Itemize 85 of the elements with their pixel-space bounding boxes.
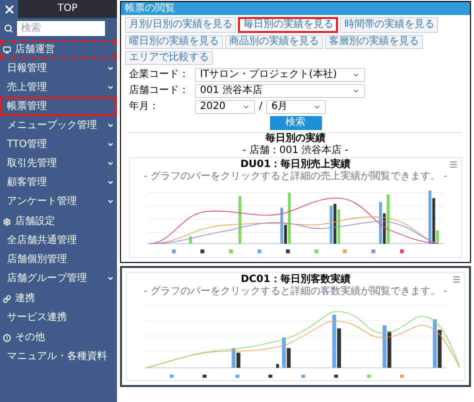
- sidebar-section[interactable]: 連携: [0, 289, 117, 308]
- caret-icon: [313, 103, 322, 111]
- select-field[interactable]: 001 渋谷本店: [195, 84, 365, 98]
- sidebar-item[interactable]: 顧客管理: [0, 173, 117, 192]
- legend-marker: [334, 374, 338, 378]
- legend-marker: [268, 374, 272, 378]
- bar[interactable]: [387, 331, 392, 368]
- caret-icon: [107, 160, 114, 167]
- legend-marker: [367, 374, 371, 378]
- legend-marker: [229, 249, 233, 254]
- sidebar-item[interactable]: サービス連携: [0, 308, 117, 327]
- sidebar-item[interactable]: マニュアル・各種資料: [0, 347, 117, 366]
- sidebar-item[interactable]: 日報管理: [0, 59, 117, 78]
- sidebar-title: TOP: [56, 2, 78, 16]
- sidebar-item[interactable]: 店舗個別管理: [0, 250, 117, 269]
- section-icon: [3, 334, 11, 342]
- bar[interactable]: [334, 204, 336, 244]
- legend-marker: [236, 374, 240, 378]
- menu-icon[interactable]: [452, 275, 461, 284]
- legend-marker: [172, 249, 176, 254]
- tab[interactable]: 商品別の実績を見る: [225, 35, 323, 49]
- sidebar-item[interactable]: 全店舗共通管理: [0, 231, 117, 250]
- caret-icon: [107, 275, 114, 282]
- select-field[interactable]: 2020: [195, 100, 255, 114]
- close-icon[interactable]: [0, 0, 18, 18]
- sidebar-section[interactable]: その他: [0, 328, 117, 347]
- tab[interactable]: 客層別の実績を見る: [325, 35, 423, 49]
- chart-subtitle: - グラフのバーをクリックすると詳細の客数実績が閲覧できます。 -: [142, 286, 448, 298]
- search-icon: [4, 24, 13, 33]
- chart-subtitle: - グラフのバーをクリックすると詳細の売上実績が閲覧できます。 -: [142, 171, 448, 183]
- legend-marker: [400, 374, 404, 378]
- legend-marker: [301, 374, 306, 378]
- chart-title: DU01：毎日別売上実績: [239, 159, 352, 170]
- legend-marker: [314, 249, 318, 254]
- menu-icon[interactable]: [449, 160, 458, 169]
- tab[interactable]: エリアで比較する: [125, 51, 213, 65]
- caret-icon: [107, 141, 114, 148]
- legend-marker: [400, 249, 404, 254]
- legend-marker: [343, 249, 347, 254]
- select-field[interactable]: 6月: [266, 100, 326, 114]
- caret-icon: [107, 179, 114, 186]
- bar[interactable]: [236, 352, 240, 368]
- section-icon: [3, 294, 11, 302]
- section-heading: 毎日別の実績: [264, 133, 326, 144]
- legend-marker: [286, 249, 290, 254]
- sidebar-section[interactable]: 店舗運営: [0, 40, 117, 59]
- caret-icon: [107, 65, 114, 72]
- sidebar-item[interactable]: 取引先管理: [0, 154, 117, 173]
- field-label: 店舗コード：: [129, 85, 190, 97]
- tab[interactable]: 時間帯の実績を見る: [340, 17, 438, 33]
- sidebar-item[interactable]: 店舗グループ管理: [0, 269, 117, 288]
- bar[interactable]: [432, 198, 436, 244]
- chart-title: DC01：毎日別客数実績: [240, 274, 352, 286]
- sidebar-item[interactable]: 帳票管理: [0, 97, 117, 116]
- legend-marker: [372, 249, 376, 254]
- caret-icon: [242, 103, 250, 111]
- search-field[interactable]: 検索: [17, 21, 105, 36]
- bar[interactable]: [382, 213, 386, 244]
- bar[interactable]: [276, 364, 280, 368]
- legend-marker: [170, 374, 174, 378]
- sidebar-item[interactable]: 売上管理: [0, 78, 117, 97]
- sidebar-item[interactable]: メニューブック管理: [0, 116, 117, 135]
- caret-icon: [107, 84, 114, 91]
- tab[interactable]: 月別/日別の実績を見る: [125, 17, 236, 33]
- select-field[interactable]: ITサロン・プロジェクト(本社): [195, 68, 365, 82]
- bar[interactable]: [286, 348, 291, 368]
- tab[interactable]: 毎日別の実績を見る: [238, 17, 338, 33]
- legend-marker: [200, 249, 204, 254]
- sidebar-item[interactable]: アンケート管理: [0, 192, 117, 211]
- separator: /: [259, 101, 262, 113]
- sidebar-section[interactable]: 店舗設定: [0, 212, 117, 231]
- section-subheading: - 店舗：001 渋谷本店 -: [242, 145, 350, 157]
- search-button[interactable]: 検索: [270, 116, 322, 130]
- section-icon: [3, 218, 11, 226]
- section-icon: [3, 46, 11, 54]
- bar[interactable]: [438, 330, 442, 368]
- sidebar-item[interactable]: TTO管理: [0, 135, 117, 154]
- caret-icon: [107, 122, 114, 129]
- caret-icon: [107, 198, 114, 205]
- field-label: 企業コード：: [129, 69, 190, 81]
- field-label: 年月：: [129, 101, 160, 113]
- legend-marker: [258, 249, 262, 254]
- tab[interactable]: 曜日別の実績を見る: [125, 35, 223, 49]
- legend-marker: [202, 374, 206, 378]
- panel-title: 帳票の閲覧: [121, 2, 470, 15]
